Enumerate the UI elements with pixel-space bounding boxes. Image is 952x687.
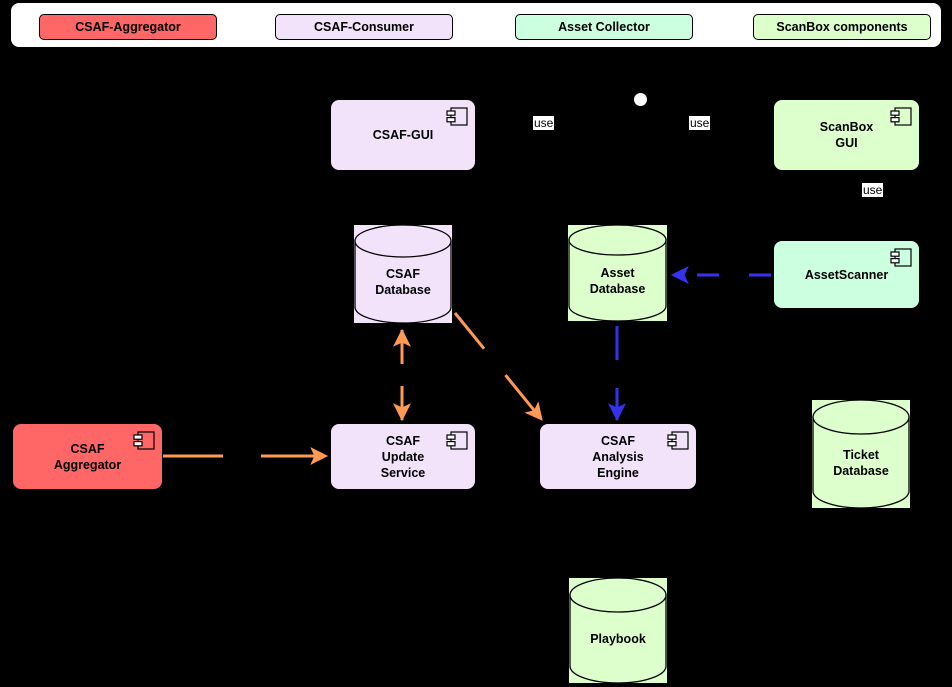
database-label: Ticket Database	[833, 448, 889, 478]
database-ticket-database[interactable]: Ticket Database	[812, 400, 910, 508]
database-asset-database[interactable]: Asset Database	[568, 225, 667, 321]
database-label: CSAF Database	[375, 267, 431, 297]
uml-component-icon	[890, 248, 912, 267]
component-label: CSAF Aggregator	[53, 441, 122, 472]
component-label: AssetScanner	[804, 267, 889, 282]
database-csaf-database[interactable]: CSAF Database	[354, 225, 452, 323]
database-label: Asset Database	[589, 266, 646, 296]
component-label: CSAF Update Service	[380, 433, 426, 480]
legend-item-label: Asset Collector	[558, 20, 650, 34]
uml-component-icon	[133, 431, 155, 450]
legend-item-scanbox-components[interactable]: ScanBox components	[753, 14, 931, 40]
use-label-assetscanner: use	[862, 183, 884, 197]
uml-component-icon	[667, 431, 689, 450]
legend-item-csaf-aggregator[interactable]: CSAF-Aggregator	[39, 14, 217, 40]
component-label: ScanBox GUI	[819, 120, 874, 150]
legend-item-label: CSAF-Consumer	[313, 20, 414, 34]
component-csaf-aggregator[interactable]: CSAF Aggregator	[12, 423, 163, 490]
component-csaf-gui[interactable]: CSAF-GUI	[330, 99, 476, 171]
component-assetscanner[interactable]: AssetScanner	[773, 240, 920, 309]
provided-interface-ball-icon	[633, 92, 648, 107]
component-label: CSAF-GUI	[372, 128, 434, 142]
component-csaf-analysis-engine[interactable]: CSAF Analysis Engine	[539, 423, 697, 490]
database-playbook[interactable]: Playbook	[569, 578, 667, 683]
component-scanbox-gui[interactable]: ScanBox GUI	[773, 99, 920, 171]
uml-component-icon	[446, 107, 468, 126]
uml-component-icon	[890, 107, 912, 126]
legend-item-label: CSAF-Aggregator	[75, 20, 181, 34]
uml-component-icon	[446, 431, 468, 450]
legend-item-csaf-consumer[interactable]: CSAF-Consumer	[275, 14, 453, 40]
legend-item-asset-collector[interactable]: Asset Collector	[515, 14, 693, 40]
use-label-scanbox-gui: use	[689, 116, 711, 130]
component-csaf-update-service[interactable]: CSAF Update Service	[330, 423, 476, 490]
connector-csaf-database-to-analysis-engine	[453, 312, 544, 421]
legend-bar: CSAF-Aggregator CSAF-Consumer Asset Coll…	[10, 2, 942, 48]
use-label-csaf-gui: use	[533, 116, 555, 130]
legend-item-label: ScanBox components	[776, 20, 908, 34]
component-label: CSAF Analysis Engine	[592, 433, 644, 480]
database-label: Playbook	[590, 632, 646, 646]
